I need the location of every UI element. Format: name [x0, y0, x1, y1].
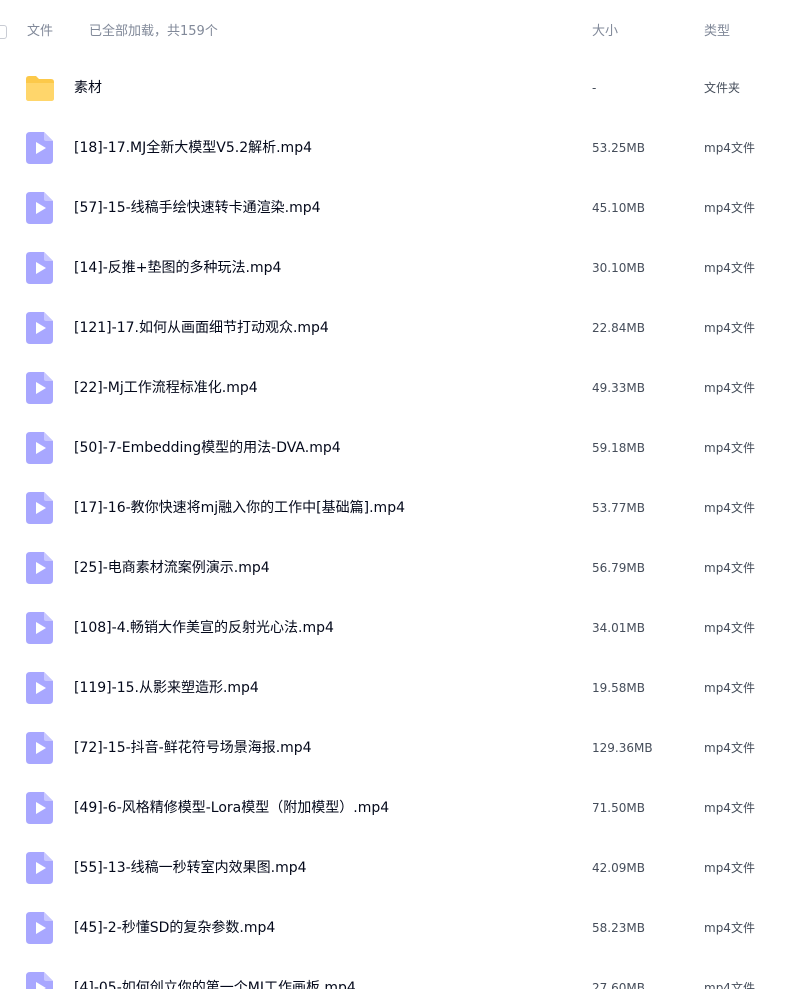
file-size: 42.09MB	[592, 861, 645, 875]
file-list-page: 文件 已全部加载，共159个 大小 类型 素材 - 文件夹 [18]-17.MJ全新大…	[0, 0, 798, 989]
file-name[interactable]: [72]-15-抖音-鲜花符号场景海报.mp4	[74, 738, 312, 758]
file-name[interactable]: [121]-17.如何从画面细节打动观众.mp4	[74, 318, 329, 338]
file-name[interactable]: [119]-15.从影来塑造形.mp4	[74, 678, 259, 698]
file-type: mp4文件	[704, 501, 755, 515]
file-name[interactable]: [4]-05-如何创立你的第一个MJ工作画板.mp4	[74, 978, 356, 989]
video-file-icon	[26, 732, 54, 764]
file-row[interactable]: [108]-4.畅销大作美宣的反射光心法.mp4 34.01MB mp4文件	[0, 598, 798, 658]
file-type: mp4文件	[704, 861, 755, 875]
file-type: mp4文件	[704, 621, 755, 635]
video-file-icon	[26, 192, 54, 224]
file-size: 53.25MB	[592, 141, 645, 155]
video-file-icon	[26, 912, 54, 944]
file-size: 59.18MB	[592, 441, 645, 455]
file-type: 文件夹	[704, 81, 741, 95]
file-size: 129.36MB	[592, 741, 653, 755]
video-file-icon	[26, 672, 54, 704]
file-size: 58.23MB	[592, 921, 645, 935]
file-size: 53.77MB	[592, 501, 645, 515]
file-name[interactable]: [55]-13-线稿一秒转室内效果图.mp4	[74, 858, 307, 878]
file-size: 22.84MB	[592, 321, 645, 335]
file-row[interactable]: [72]-15-抖音-鲜花符号场景海报.mp4 129.36MB mp4文件	[0, 718, 798, 778]
file-type: mp4文件	[704, 441, 755, 455]
file-row[interactable]: [25]-电商素材流案例演示.mp4 56.79MB mp4文件	[0, 538, 798, 598]
video-file-icon	[26, 312, 54, 344]
file-name[interactable]: 素材	[74, 78, 102, 98]
file-row[interactable]: [14]-反推+垫图的多种玩法.mp4 30.10MB mp4文件	[0, 238, 798, 298]
file-row[interactable]: [50]-7-Embedding模型的用法-DVA.mp4 59.18MB mp4文…	[0, 418, 798, 478]
file-name[interactable]: [49]-6-风格精修模型-Lora模型（附加模型）.mp4	[74, 798, 389, 818]
video-file-icon	[26, 552, 54, 584]
video-file-icon	[26, 792, 54, 824]
file-type: mp4文件	[704, 921, 755, 935]
loaded-status: 已全部加载，共159个	[89, 24, 218, 39]
video-file-icon	[26, 432, 54, 464]
file-size: 27.60MB	[592, 981, 645, 989]
file-size: 56.79MB	[592, 561, 645, 575]
file-name[interactable]: [22]-Mj工作流程标准化.mp4	[74, 378, 258, 398]
file-row[interactable]: [4]-05-如何创立你的第一个MJ工作画板.mp4 27.60MB mp4文件	[0, 958, 798, 989]
file-name[interactable]: [17]-16-教你快速将mj融入你的工作中[基础篇].mp4	[74, 498, 405, 518]
file-size: 45.10MB	[592, 201, 645, 215]
file-name[interactable]: [108]-4.畅销大作美宣的反射光心法.mp4	[74, 618, 334, 638]
video-file-icon	[26, 612, 54, 644]
video-file-icon	[26, 972, 54, 989]
file-row[interactable]: [49]-6-风格精修模型-Lora模型（附加模型）.mp4 71.50MB mp4…	[0, 778, 798, 838]
file-type: mp4文件	[704, 321, 755, 335]
file-type: mp4文件	[704, 141, 755, 155]
video-file-icon	[26, 492, 54, 524]
file-name[interactable]: [18]-17.MJ全新大模型V5.2解析.mp4	[74, 138, 312, 158]
file-type: mp4文件	[704, 801, 755, 815]
file-name[interactable]: [25]-电商素材流案例演示.mp4	[74, 558, 270, 578]
file-row[interactable]: [121]-17.如何从画面细节打动观众.mp4 22.84MB mp4文件	[0, 298, 798, 358]
file-name[interactable]: [45]-2-秒懂SD的复杂参数.mp4	[74, 918, 275, 938]
file-type: mp4文件	[704, 681, 755, 695]
file-type: mp4文件	[704, 381, 755, 395]
file-row[interactable]: [119]-15.从影来塑造形.mp4 19.58MB mp4文件	[0, 658, 798, 718]
file-list: 素材 - 文件夹 [18]-17.MJ全新大模型V5.2解析.mp4 53.25MB mp…	[0, 58, 798, 989]
file-type: mp4文件	[704, 561, 755, 575]
file-row[interactable]: [22]-Mj工作流程标准化.mp4 49.33MB mp4文件	[0, 358, 798, 418]
file-row[interactable]: [45]-2-秒懂SD的复杂参数.mp4 58.23MB mp4文件	[0, 898, 798, 958]
file-type: mp4文件	[704, 201, 755, 215]
file-size: 71.50MB	[592, 801, 645, 815]
file-row[interactable]: 素材 - 文件夹	[0, 58, 798, 118]
video-file-icon	[26, 132, 54, 164]
file-list-header: 文件 已全部加载，共159个 大小 类型	[0, 0, 798, 64]
column-header-size[interactable]: 大小	[592, 23, 618, 41]
file-name[interactable]: [14]-反推+垫图的多种玩法.mp4	[74, 258, 281, 278]
file-name[interactable]: [50]-7-Embedding模型的用法-DVA.mp4	[74, 438, 341, 458]
file-row[interactable]: [17]-16-教你快速将mj融入你的工作中[基础篇].mp4 53.77MB mp…	[0, 478, 798, 538]
file-name[interactable]: [57]-15-线稿手绘快速转卡通渲染.mp4	[74, 198, 321, 218]
file-size: 19.58MB	[592, 681, 645, 695]
file-row[interactable]: [18]-17.MJ全新大模型V5.2解析.mp4 53.25MB mp4文件	[0, 118, 798, 178]
column-header-type[interactable]: 类型	[704, 23, 730, 41]
column-header-name[interactable]: 文件	[27, 23, 53, 41]
select-all-checkbox[interactable]	[0, 25, 7, 39]
file-size: 34.01MB	[592, 621, 645, 635]
file-row[interactable]: [55]-13-线稿一秒转室内效果图.mp4 42.09MB mp4文件	[0, 838, 798, 898]
video-file-icon	[26, 372, 54, 404]
video-file-icon	[26, 252, 54, 284]
file-type: mp4文件	[704, 981, 755, 989]
file-type: mp4文件	[704, 261, 755, 275]
folder-icon	[25, 74, 54, 106]
file-row[interactable]: [57]-15-线稿手绘快速转卡通渲染.mp4 45.10MB mp4文件	[0, 178, 798, 238]
video-file-icon	[26, 852, 54, 884]
file-type: mp4文件	[704, 741, 755, 755]
file-size: -	[592, 81, 597, 95]
file-size: 49.33MB	[592, 381, 645, 395]
file-size: 30.10MB	[592, 261, 645, 275]
